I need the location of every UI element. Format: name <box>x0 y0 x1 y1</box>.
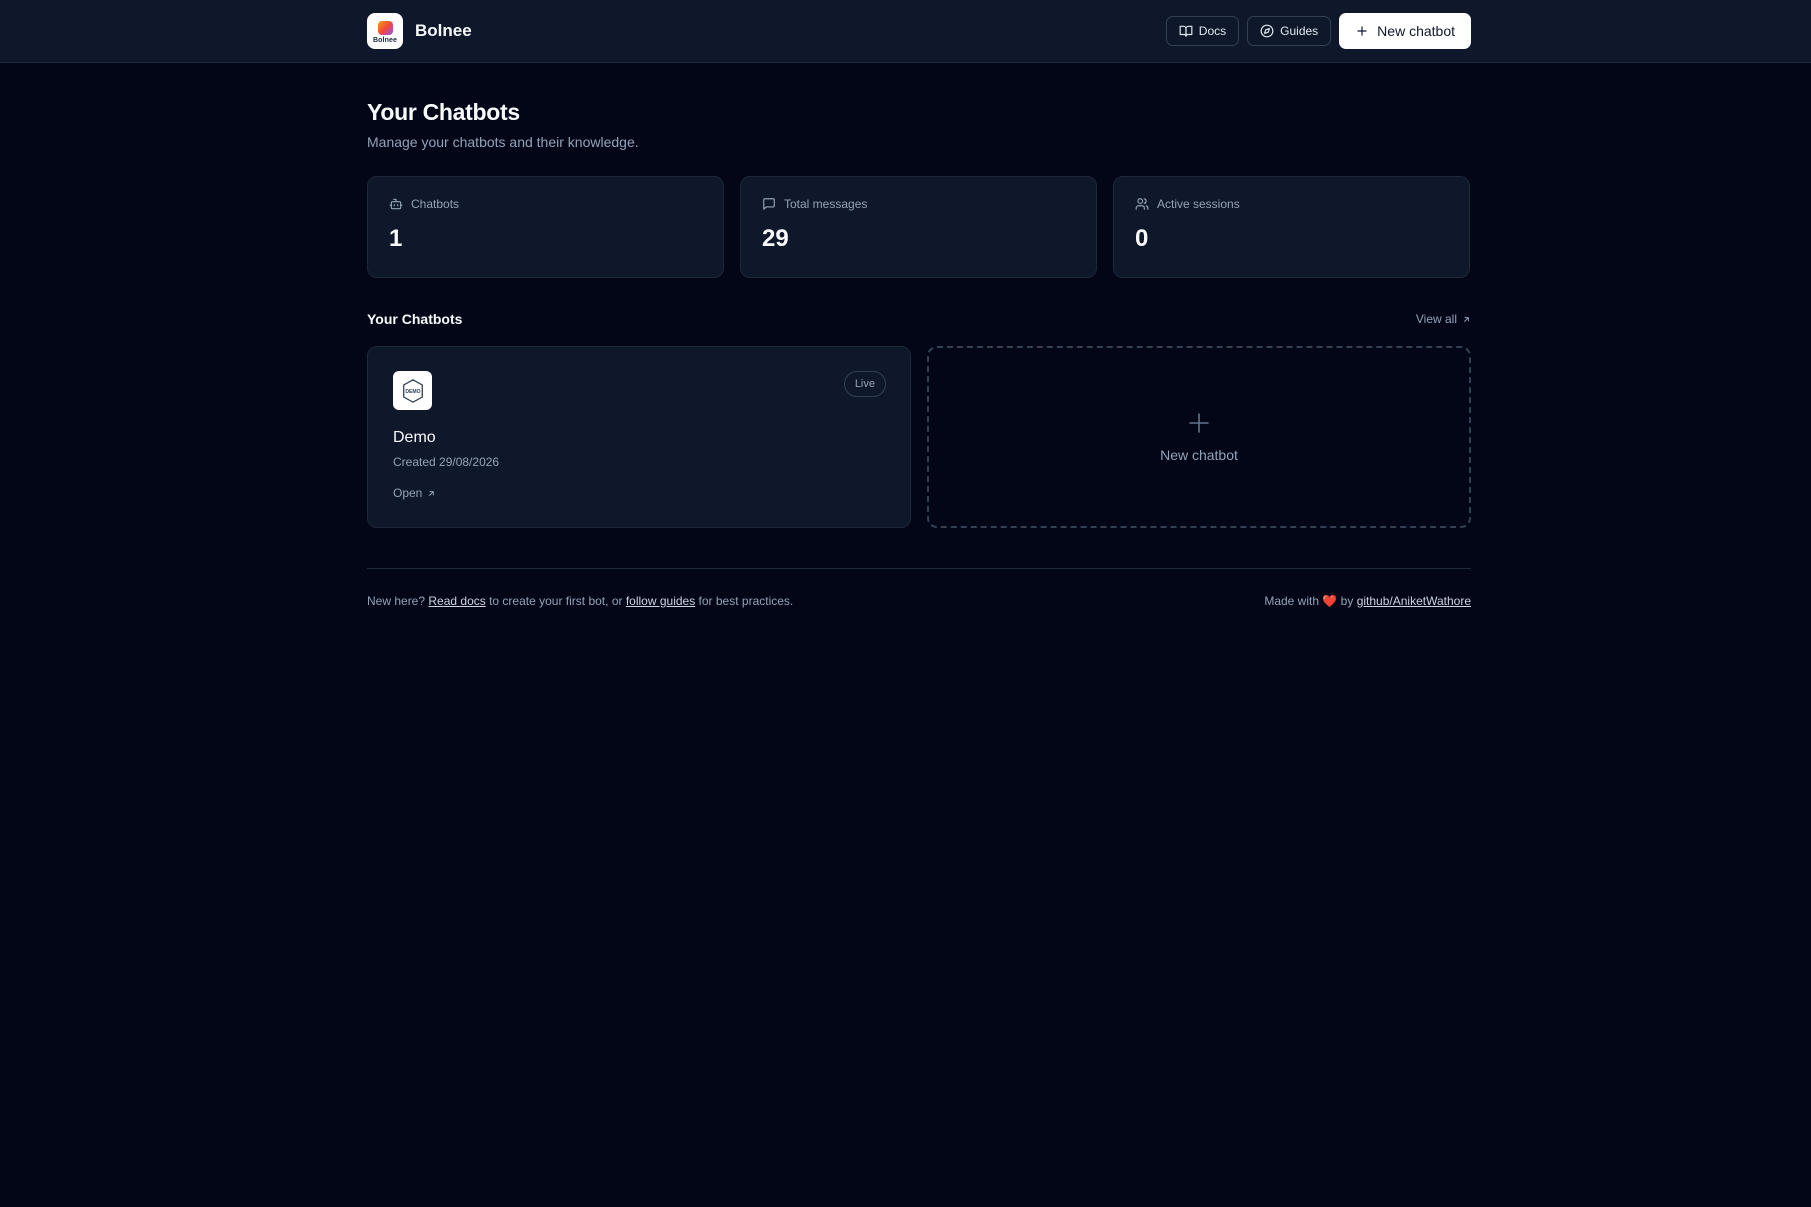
by-text: by <box>1340 594 1354 608</box>
guides-button[interactable]: Guides <box>1247 16 1332 46</box>
new-chatbot-button-label: New chatbot <box>1377 23 1455 39</box>
footer-text: for best practices. <box>698 594 794 608</box>
arrow-up-right-icon <box>1462 315 1471 324</box>
open-label: Open <box>393 486 423 500</box>
new-chatbot-button[interactable]: New chatbot <box>1339 13 1471 49</box>
guides-button-label: Guides <box>1280 24 1319 38</box>
stat-label: Chatbots <box>411 197 460 211</box>
footer: New here? Read docs to create your first… <box>367 568 1471 608</box>
message-icon <box>762 197 776 211</box>
footer-help-text: New here? Read docs to create your first… <box>367 594 793 608</box>
chatbot-card[interactable]: DEMO Live Demo Created 29/08/2026 Open <box>367 346 911 528</box>
stat-value: 0 <box>1135 225 1149 252</box>
docs-button[interactable]: Docs <box>1165 16 1240 46</box>
top-navigation-bar: Bolnee Bolnee Docs Guides New chatbot <box>0 0 1811 63</box>
stat-card-chatbots: Chatbots 1 <box>367 176 724 278</box>
heart-icon: ❤️ <box>1322 594 1338 608</box>
book-open-icon <box>1179 24 1193 38</box>
page-title: Your Chatbots <box>367 99 520 125</box>
read-docs-link[interactable]: Read docs <box>428 594 485 608</box>
page-subtitle: Manage your chatbots and their knowledge… <box>367 134 639 150</box>
stat-card-active-sessions: Active sessions 0 <box>1113 176 1470 278</box>
chatbot-name: Demo <box>393 429 436 446</box>
footer-credit: Made with ❤️ by github/AniketWathore <box>1264 594 1471 608</box>
status-badge: Live <box>843 371 886 397</box>
demo-badge-icon: DEMO <box>402 378 423 403</box>
view-all-label: View all <box>1415 312 1457 326</box>
stats-row: Chatbots 1 Total messages 29 Active sess… <box>367 176 1471 278</box>
view-all-link[interactable]: View all <box>1416 312 1471 326</box>
chatbots-grid: DEMO Live Demo Created 29/08/2026 Open N… <box>367 346 1471 528</box>
arrow-up-right-icon <box>427 489 436 498</box>
chatbot-avatar: DEMO <box>393 371 432 410</box>
chatbots-section-header: Your Chatbots View all <box>367 311 1471 327</box>
plus-icon <box>1187 411 1211 435</box>
stat-value: 1 <box>389 225 403 252</box>
header-actions: Docs Guides New chatbot <box>1165 13 1471 49</box>
users-icon <box>1135 197 1149 211</box>
stat-value: 29 <box>762 225 789 252</box>
demo-badge-text: DEMO <box>405 388 420 394</box>
section-title: Your Chatbots <box>367 311 463 327</box>
new-chatbot-card[interactable]: New chatbot <box>927 346 1471 528</box>
docs-button-label: Docs <box>1198 24 1227 38</box>
logo-mark-icon <box>377 20 393 35</box>
stat-card-total-messages: Total messages 29 <box>740 176 1097 278</box>
follow-guides-link[interactable]: follow guides <box>626 594 695 608</box>
bolnee-logo: Bolnee <box>367 13 403 49</box>
brand-name: Bolnee <box>415 21 472 40</box>
bot-icon <box>389 197 403 211</box>
made-with-text: Made with <box>1264 594 1320 608</box>
brand[interactable]: Bolnee Bolnee <box>367 13 472 49</box>
open-chatbot-link[interactable]: Open <box>393 486 436 500</box>
chatbot-created-date: Created 29/08/2026 <box>393 455 500 469</box>
logo-text: Bolnee <box>373 36 397 44</box>
footer-text: New here? <box>367 594 426 608</box>
github-credit-link[interactable]: github/AniketWathore <box>1357 594 1471 608</box>
stat-label: Total messages <box>784 197 868 211</box>
footer-text: to create your first bot, or <box>489 594 623 608</box>
compass-icon <box>1260 24 1274 38</box>
plus-icon <box>1355 24 1369 38</box>
stat-label: Active sessions <box>1157 197 1240 211</box>
new-chatbot-card-label: New chatbot <box>1160 447 1238 463</box>
